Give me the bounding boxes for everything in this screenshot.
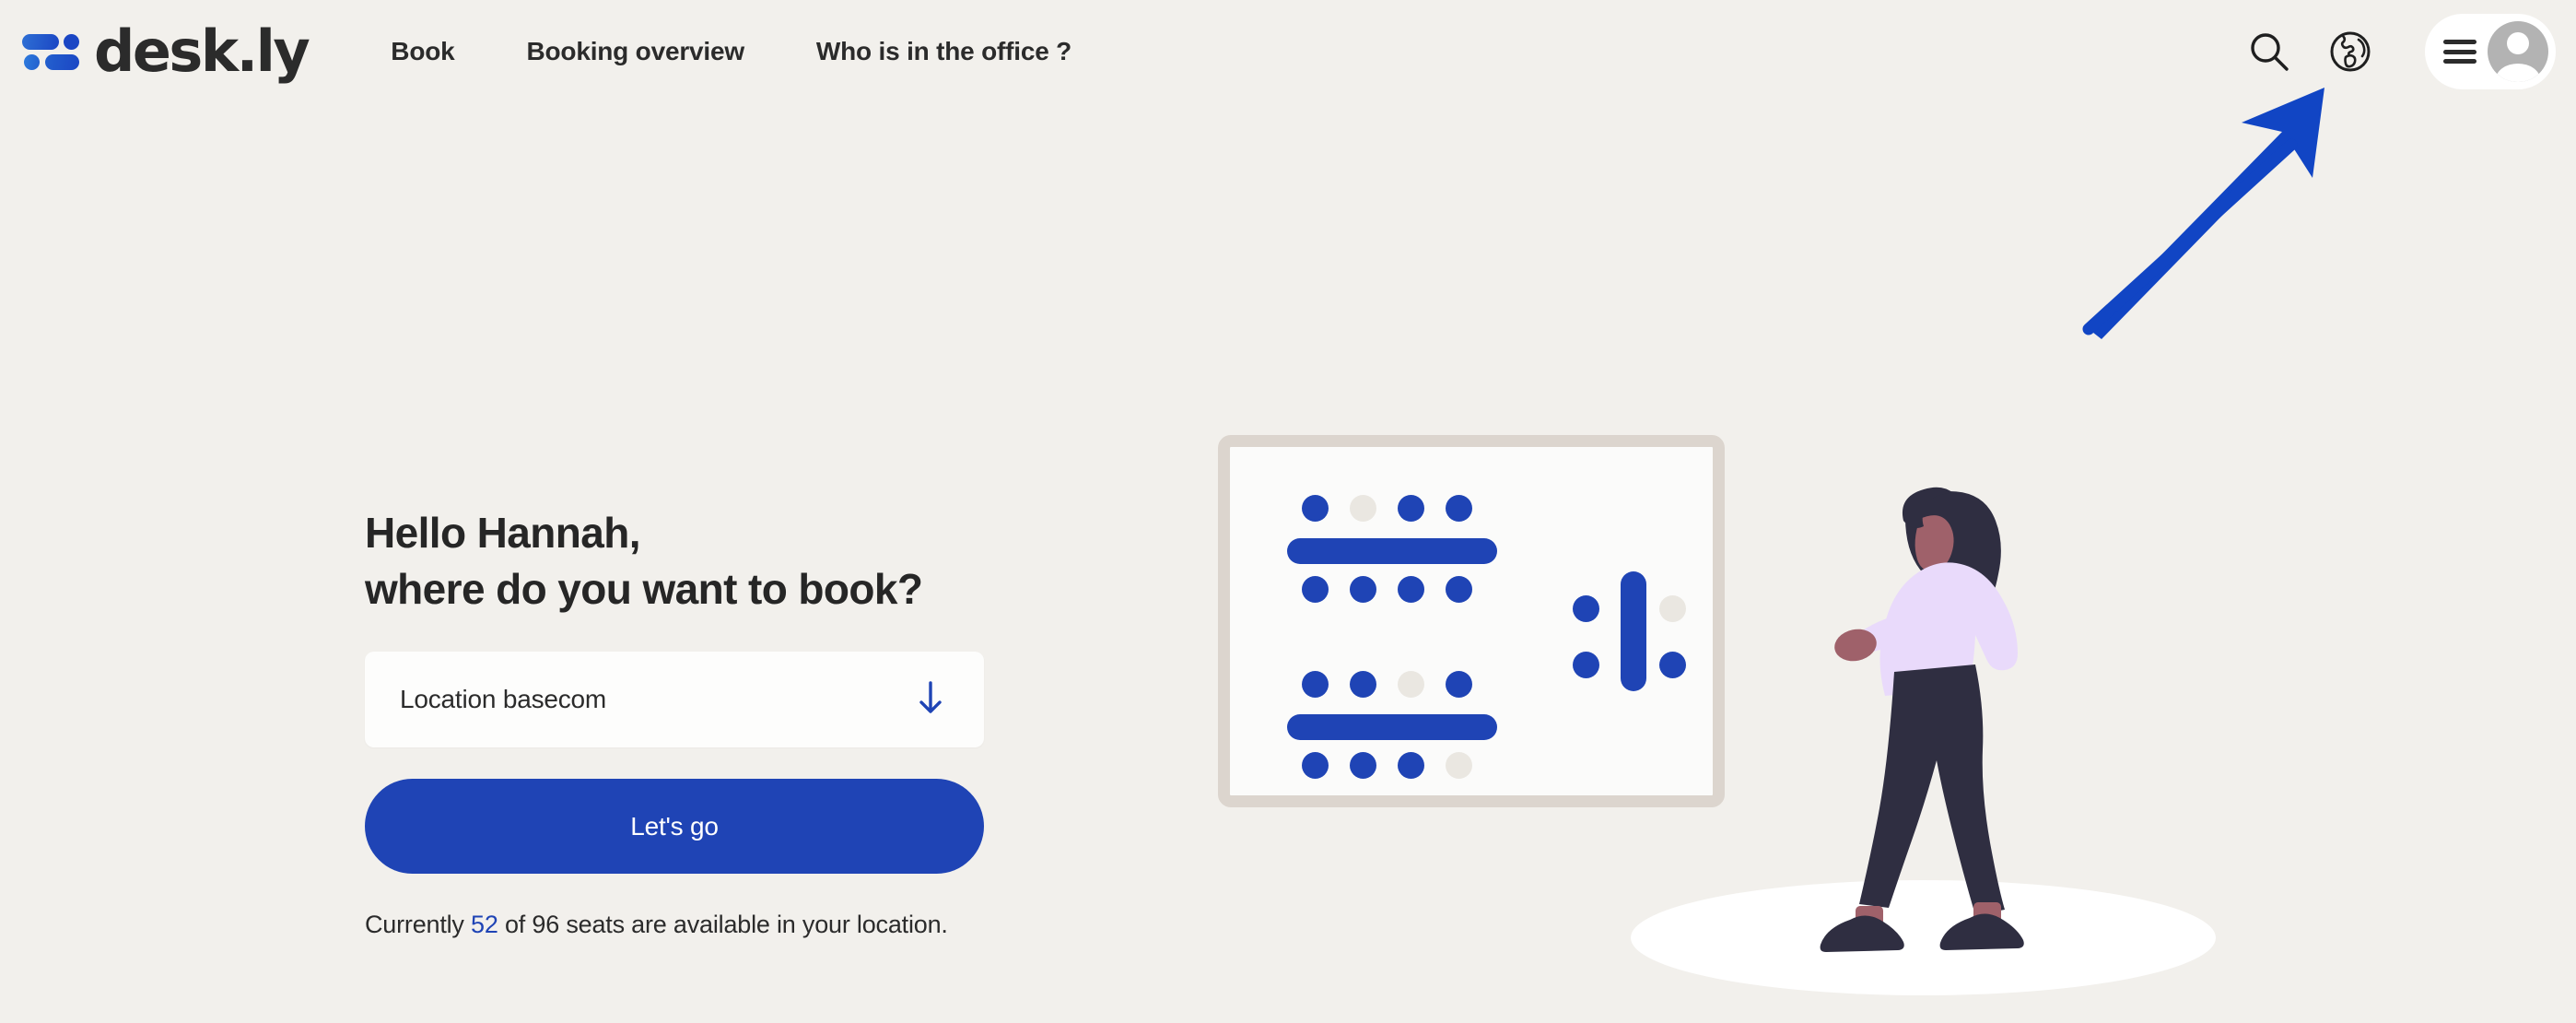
seat-bot-a1 (1302, 671, 1329, 698)
seat-bot-a3 (1398, 671, 1424, 698)
office-room-illustration (1218, 435, 1725, 807)
logo-dot-bottom-left (24, 54, 40, 70)
deskly-people-logo-icon (22, 30, 79, 73)
hamburger-line-2 (2443, 49, 2476, 54)
seat-top-a4 (1446, 495, 1472, 522)
nav-booking-overview[interactable]: Booking overview (527, 28, 745, 76)
seat-right-l2 (1573, 652, 1599, 678)
seat-right-r1 (1659, 595, 1686, 622)
arrow-down-icon[interactable] (916, 679, 945, 721)
logo-dot-top-right (64, 34, 79, 50)
app-header: desk.ly Book Booking overview Who is in … (0, 0, 2576, 103)
seat-bot-b3 (1398, 752, 1424, 779)
logo-bar-bottom (45, 54, 79, 70)
user-avatar-icon[interactable] (2488, 21, 2548, 82)
walking-person-illustration (1820, 487, 2024, 952)
hamburger-line-3 (2443, 59, 2476, 64)
seat-bot-a4 (1446, 671, 1472, 698)
seat-bot-b4 (1446, 752, 1472, 779)
logo-bar-top (22, 34, 59, 50)
seat-top-b2 (1350, 576, 1376, 603)
available-seat-count: 52 (471, 911, 498, 939)
seat-right-l1 (1573, 595, 1599, 622)
seat-top-a1 (1302, 495, 1329, 522)
availability-prefix: Currently (365, 911, 472, 939)
main-navigation: Book Booking overview Who is in the offi… (391, 28, 1071, 76)
user-menu-pill[interactable] (2425, 14, 2556, 89)
brand-logo[interactable]: desk.ly (22, 18, 310, 85)
nav-who-is-in-the-office[interactable]: Who is in the office ? (816, 28, 1071, 76)
brand-wordmark: desk.ly (94, 18, 310, 85)
desk-top-horizontal (1287, 538, 1497, 564)
desk-bottom-horizontal (1287, 714, 1497, 740)
total-seat-count: 96 (532, 911, 560, 939)
globe-icon[interactable] (2318, 19, 2383, 84)
seat-top-b1 (1302, 576, 1329, 603)
desk-right-vertical (1621, 571, 1646, 691)
availability-middle: of (498, 911, 533, 939)
lets-go-button[interactable]: Let's go (365, 779, 984, 875)
annotation-arrow-icon (2082, 88, 2324, 339)
location-select-value: Location basecom (400, 685, 607, 714)
page-title: Hello Hannah, where do you want to book? (365, 509, 923, 613)
hamburger-menu-icon[interactable] (2443, 40, 2476, 64)
availability-text: Currently 52 of 96 seats are available i… (365, 911, 991, 939)
seat-bot-b1 (1302, 752, 1329, 779)
location-select[interactable]: Location basecom (365, 652, 984, 748)
search-icon[interactable] (2237, 19, 2301, 84)
seat-bot-a2 (1350, 671, 1376, 698)
header-actions (2237, 14, 2576, 89)
hamburger-line-1 (2443, 40, 2476, 44)
seat-top-b3 (1398, 576, 1424, 603)
availability-suffix: seats are available in your location. (559, 911, 948, 939)
seat-bot-b2 (1350, 752, 1376, 779)
hero-section: Hello Hannah, where do you want to book?… (365, 505, 991, 939)
seat-top-a2 (1350, 495, 1376, 522)
seat-right-r2 (1659, 652, 1686, 678)
room-inner (1230, 447, 1713, 795)
seat-top-a3 (1398, 495, 1424, 522)
seat-top-b4 (1446, 576, 1472, 603)
nav-book[interactable]: Book (391, 28, 454, 76)
